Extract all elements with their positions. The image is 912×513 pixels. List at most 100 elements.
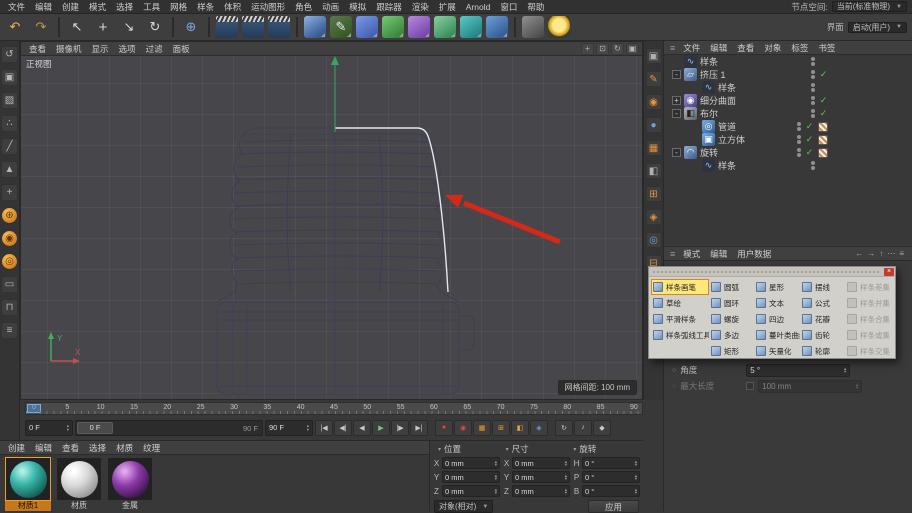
visibility-dots[interactable] (811, 69, 815, 80)
coordinate-field[interactable]: H 0 ° ▴ ▾ (573, 456, 640, 470)
star-item[interactable]: 星形 (754, 279, 800, 295)
panel-menu-icon[interactable]: ≡ (667, 249, 678, 259)
material-item-3[interactable]: 金属 (107, 458, 153, 511)
spinner-icon[interactable]: ▴ ▾ (635, 473, 637, 481)
menu-item[interactable]: 帮助 (522, 1, 549, 13)
tree-item-boole[interactable]: - ◧ 布尔 ✓ (664, 107, 912, 120)
object-manager-menu-item[interactable]: 文件 (678, 42, 705, 54)
quantize-icon[interactable]: ≡ (1, 322, 18, 339)
menu-item[interactable]: 创建 (57, 1, 84, 13)
cissoid-item[interactable]: 蔓叶类曲线 (754, 327, 800, 343)
palette-render-icon[interactable]: ◧ (645, 163, 662, 179)
animation-dot-icon[interactable]: ○ (672, 367, 676, 374)
goto-start-button[interactable]: |◀ (315, 419, 333, 436)
coordinate-field[interactable]: Z 0 mm ▴ ▾ (503, 484, 570, 498)
expander-icon[interactable]: - (672, 70, 681, 79)
helix-item[interactable]: 螺旋 (709, 311, 754, 327)
viewport-menu-item[interactable]: 显示 (87, 43, 114, 55)
material-preview[interactable] (57, 458, 101, 500)
tree-item-lathe[interactable]: - ◠ 旋转 ✓ (664, 146, 912, 159)
viewport-solo-icon[interactable]: ◉ (1, 230, 18, 247)
visibility-dots[interactable] (797, 121, 801, 132)
menu-item[interactable]: 模式 (84, 1, 111, 13)
texture-tag[interactable] (818, 134, 828, 145)
object-manager-menu-item[interactable]: 标签 (786, 42, 813, 54)
tree-item-subdivision-surface[interactable]: + ◉ 细分曲面 ✓ (664, 94, 912, 107)
rectangle-item[interactable]: 矩形 (709, 343, 754, 359)
object-manager-menu-item[interactable]: 对象 (759, 42, 786, 54)
spline-smooth-item[interactable]: 平滑样条 (651, 311, 709, 327)
tree-item-extrude[interactable]: - ▱ 挤压 1 ✓ (664, 68, 912, 81)
subdivision-surface-icon[interactable] (356, 16, 378, 38)
viewport-menu-item[interactable]: 选项 (114, 43, 141, 55)
frame-range-slider[interactable]: 0 F 90 F (75, 419, 263, 436)
lock-icon[interactable]: ≡ (899, 249, 904, 258)
expander-icon[interactable]: - (672, 148, 681, 157)
record-position-button[interactable]: ▦ (473, 419, 491, 436)
material-item-2[interactable]: 材质 (56, 458, 102, 511)
material-preview[interactable] (5, 457, 51, 501)
field-icon[interactable] (460, 16, 482, 38)
visibility-dots[interactable] (797, 134, 801, 145)
tree-item-cube[interactable]: ▣ 立方体 ✓ (664, 133, 912, 146)
palette-mograph-icon[interactable]: ⊞ (645, 186, 662, 202)
attribute-value-field[interactable]: 5 ° ▴ ▾ (746, 363, 851, 377)
history-icon[interactable]: ⋯ (887, 249, 895, 258)
record-keyframe-button[interactable]: ● (435, 419, 453, 436)
object-manager-menu-item[interactable]: 书签 (813, 42, 840, 54)
attribute-value-field[interactable]: 100 mm ▴ ▾ (758, 379, 863, 393)
vectorizer-item[interactable]: 矢量化 (754, 343, 800, 359)
material-menu-item[interactable]: 编辑 (30, 442, 57, 454)
rotate-view-icon[interactable]: ↻ (611, 42, 624, 55)
cogwheel-item[interactable]: 齿轮 (800, 327, 845, 343)
scale-tool-icon[interactable]: ↘ (117, 15, 141, 39)
palette-pen-icon[interactable]: ✎ (645, 71, 662, 87)
tweak-mode-icon[interactable]: + (1, 184, 18, 201)
layout-select[interactable]: 启动(用户) ▼ (847, 21, 907, 33)
spinner-icon[interactable]: ▴ ▾ (844, 366, 846, 374)
volume-icon[interactable] (486, 16, 508, 38)
spline-subtract-item[interactable]: 样条合集 (845, 311, 897, 327)
material-menu-item[interactable]: 创建 (3, 442, 30, 454)
next-key-button[interactable]: |▶ (391, 419, 409, 436)
coordinate-field[interactable]: P 0 ° ▴ ▾ (573, 470, 640, 484)
spline-union-item[interactable]: 样条并集 (845, 295, 897, 311)
spline-difference-item[interactable]: 样条差集 (845, 279, 897, 295)
viewport-menu-item[interactable]: 摄像机 (51, 43, 87, 55)
coordinate-system-icon[interactable]: ⊕ (179, 15, 203, 39)
goto-end-button[interactable]: ▶| (410, 419, 428, 436)
menu-item[interactable]: 角色 (290, 1, 317, 13)
enable-check[interactable]: ✓ (819, 95, 828, 106)
viewport-canvas[interactable]: Y X 正视图 网格间距: 100 mm (21, 56, 642, 399)
forward-icon[interactable]: → (867, 249, 875, 258)
enable-check[interactable]: ✓ (805, 121, 814, 132)
sound-toggle-button[interactable]: ♪ (574, 419, 592, 436)
zoom-view-icon[interactable]: ⊡ (596, 42, 609, 55)
menu-item[interactable]: 窗口 (495, 1, 522, 13)
viewport-menu-item[interactable]: 过滤 (141, 43, 168, 55)
coordinate-field[interactable]: B 0 ° ▴ ▾ (573, 484, 640, 498)
points-mode-icon[interactable]: ∴ (1, 115, 18, 132)
menu-item[interactable]: 动画 (317, 1, 344, 13)
material-item-1[interactable]: 材质1 (5, 457, 51, 511)
tree-item-extrude-spline[interactable]: ∿ 样条 (664, 81, 912, 94)
spline-pen-icon[interactable]: ✎ (330, 16, 352, 38)
node-space-select[interactable]: 当前(标准物理) ▼ (831, 1, 907, 12)
enable-check[interactable]: ✓ (819, 108, 828, 119)
attribute-manager-menu-item[interactable]: 编辑 (705, 248, 732, 260)
panel-menu-icon[interactable]: ≡ (667, 43, 678, 53)
material-menu-item[interactable]: 材质 (111, 442, 138, 454)
spline-arc-tool-item[interactable]: 样条弧线工具 (651, 327, 709, 343)
menu-item[interactable]: 扩展 (434, 1, 461, 13)
menu-item[interactable]: 运动图形 (246, 1, 290, 13)
popup-titlebar[interactable]: × (649, 267, 895, 277)
current-frame-field[interactable]: 0 F ▴ ▾ (25, 419, 73, 436)
material-menu-item[interactable]: 纹理 (138, 442, 165, 454)
palette-light-icon[interactable]: ● (645, 117, 662, 133)
back-icon[interactable]: ← (855, 249, 863, 258)
tree-item-spline-top[interactable]: ∿ 样条 (664, 55, 912, 68)
material-menu-item[interactable]: 选择 (84, 442, 111, 454)
menu-item[interactable]: 样条 (192, 1, 219, 13)
spinner-icon[interactable]: ▴ ▾ (635, 459, 637, 467)
material-menu-item[interactable]: 查看 (57, 442, 84, 454)
